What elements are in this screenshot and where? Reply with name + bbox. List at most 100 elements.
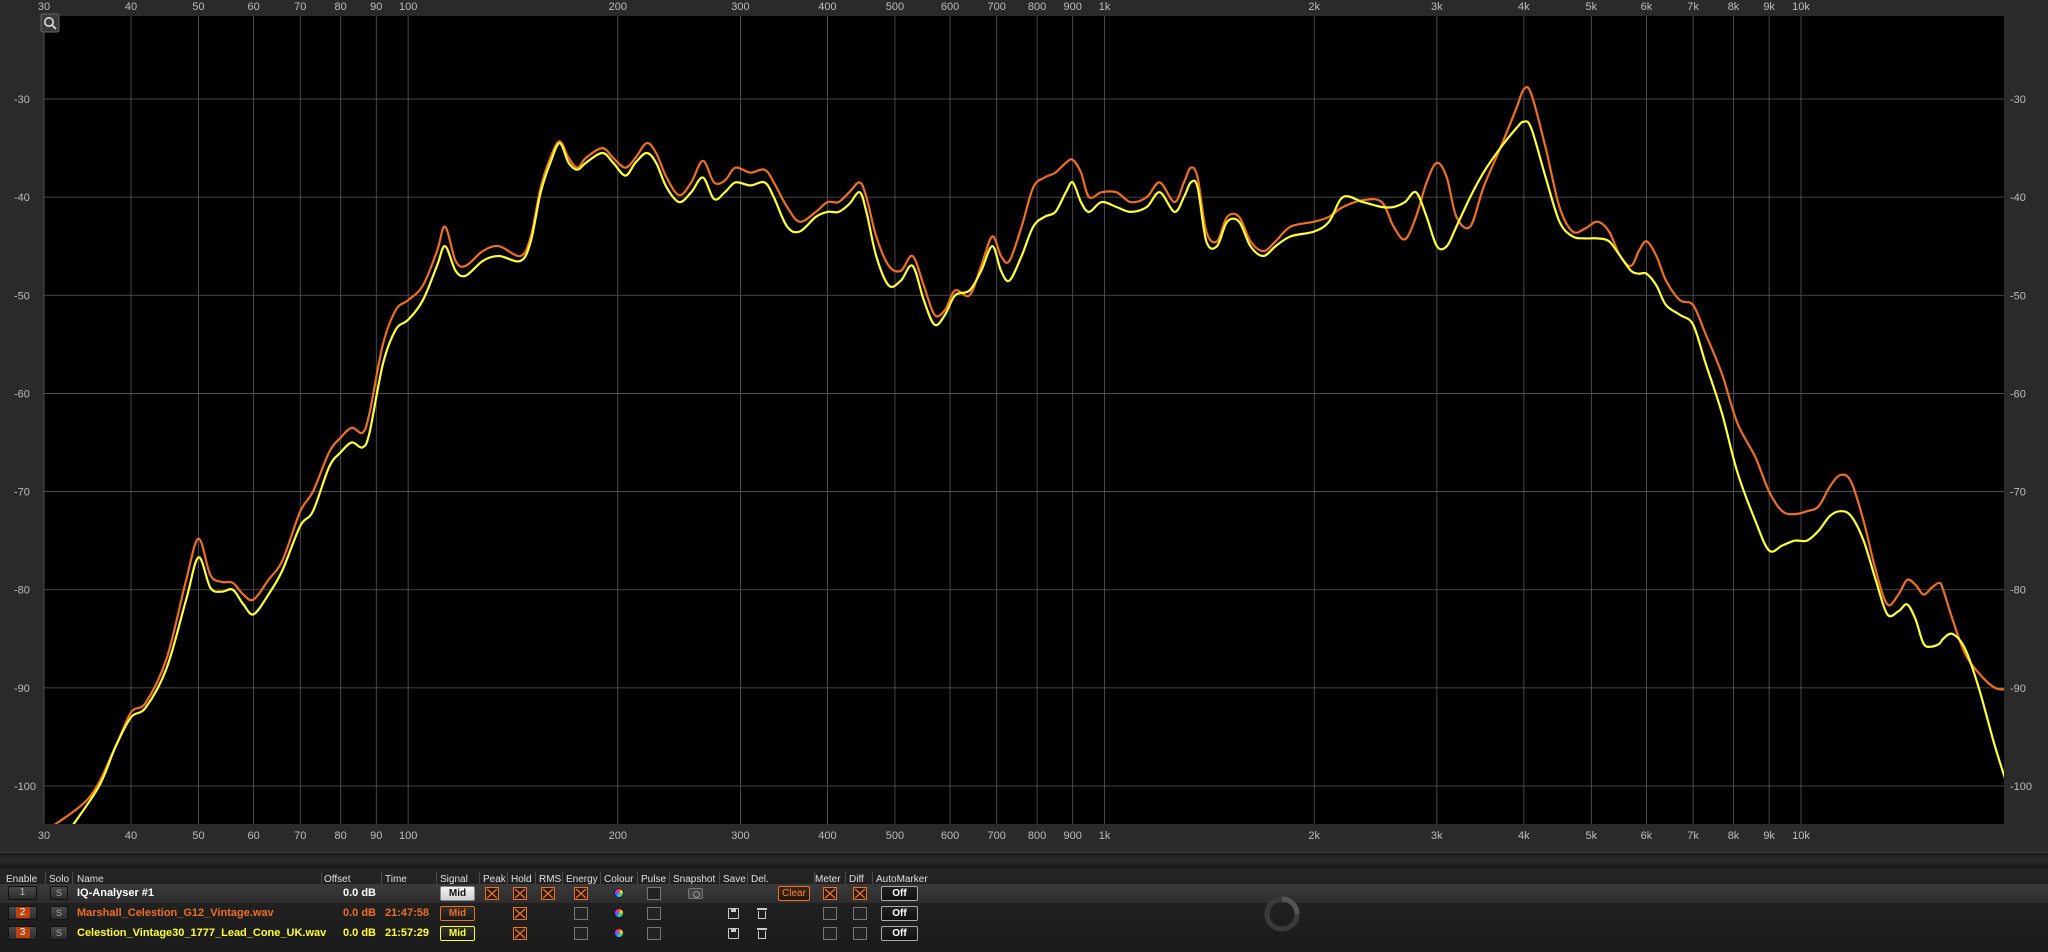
diff-checkbox-2[interactable] xyxy=(853,907,867,920)
colour-picker-icon[interactable] xyxy=(614,928,624,938)
freq-label-top: 1k xyxy=(1099,1,1111,13)
freq-label-bottom: 600 xyxy=(941,830,959,842)
freq-label-top: 60 xyxy=(248,1,260,13)
freq-label-bottom: 700 xyxy=(988,830,1006,842)
freq-label-top: 400 xyxy=(818,1,836,13)
freq-label-bottom: 5k xyxy=(1586,830,1598,842)
freq-label-bottom: 10k xyxy=(1792,830,1810,842)
db-label-left: -60 xyxy=(14,388,30,400)
freq-label-bottom: 500 xyxy=(886,830,904,842)
energy-checkbox-3[interactable] xyxy=(574,927,588,940)
freq-label-bottom: 30 xyxy=(38,830,50,842)
signal-select-2[interactable]: Mid xyxy=(440,906,475,921)
db-label-right: -40 xyxy=(2010,192,2026,204)
track-name-2[interactable]: Marshall_Celestion_G12_Vintage.wav xyxy=(77,907,274,919)
automarker-button-1[interactable]: Off xyxy=(881,886,918,901)
freq-label-top: 3k xyxy=(1431,1,1443,13)
freq-label-bottom: 50 xyxy=(192,830,204,842)
solo-button-2[interactable]: S xyxy=(50,906,68,920)
track-row-2[interactable]: 2 S Marshall_Celestion_G12_Vintage.wav 0… xyxy=(0,904,2048,923)
freq-label-top: 700 xyxy=(988,1,1006,13)
track-offset-1[interactable]: 0.0 dB xyxy=(330,887,376,899)
freq-label-bottom: 300 xyxy=(731,830,749,842)
signal-select-3[interactable]: Mid xyxy=(440,926,475,941)
enable-button-2[interactable]: 2 xyxy=(8,906,37,920)
clear-button[interactable]: Clear xyxy=(778,886,810,901)
db-label-right: -80 xyxy=(2010,585,2026,597)
db-label-left: -30 xyxy=(14,94,30,106)
freq-label-bottom: 2k xyxy=(1308,830,1320,842)
track-offset-3[interactable]: 0.0 dB xyxy=(330,927,376,939)
freq-label-top: 8k xyxy=(1728,1,1740,13)
solo-button-1[interactable]: S xyxy=(50,886,68,900)
freq-label-top: 800 xyxy=(1028,1,1046,13)
pulse-checkbox-2[interactable] xyxy=(647,907,661,920)
freq-label-top: 5k xyxy=(1586,1,1598,13)
db-label-left: -90 xyxy=(14,683,30,695)
enable-number-2: 2 xyxy=(15,907,30,918)
db-label-right: -90 xyxy=(2010,683,2026,695)
freq-label-top: 600 xyxy=(941,1,959,13)
track-panel: Enable Solo Name Offset Time Signal Peak… xyxy=(0,868,2048,952)
freq-label-bottom: 8k xyxy=(1728,830,1740,842)
freq-label-top: 10k xyxy=(1792,1,1810,13)
freq-label-bottom: 60 xyxy=(248,830,260,842)
enable-button-1[interactable]: 1 xyxy=(8,886,37,900)
freq-label-top: 2k xyxy=(1308,1,1320,13)
save-disk-icon[interactable] xyxy=(728,908,739,919)
track-name-1[interactable]: IQ-Analyser #1 xyxy=(77,887,154,899)
freq-label-bottom: 400 xyxy=(818,830,836,842)
pulse-checkbox-1[interactable] xyxy=(647,887,661,900)
spectrum-chart[interactable]: 30 30 40 40 50 50 60 60 70 70 80 80 90 90 100 100 200 200… xyxy=(0,0,2048,852)
signal-select-1[interactable]: Mid xyxy=(440,886,475,901)
freq-label-top: 6k xyxy=(1641,1,1653,13)
energy-checkbox-1[interactable] xyxy=(574,887,588,900)
solo-button-3[interactable]: S xyxy=(50,926,68,940)
trash-icon[interactable] xyxy=(757,907,767,919)
meter-checkbox-1[interactable] xyxy=(823,887,837,900)
peak-checkbox-1[interactable] xyxy=(485,887,499,900)
freq-label-top: 9k xyxy=(1763,1,1775,13)
enable-button-3[interactable]: 3 xyxy=(8,926,37,940)
spectrum-analyzer[interactable]: 30 30 40 40 50 50 60 60 70 70 80 80 90 90 100 100 200 200… xyxy=(0,0,2048,852)
freq-label-top: 4k xyxy=(1518,1,1530,13)
freq-label-bottom: 9k xyxy=(1763,830,1775,842)
pulse-checkbox-3[interactable] xyxy=(647,927,661,940)
db-label-right: -100 xyxy=(2010,781,2032,793)
diff-checkbox-3[interactable] xyxy=(853,927,867,940)
trash-icon[interactable] xyxy=(757,927,767,939)
colour-picker-icon[interactable] xyxy=(614,908,624,918)
energy-checkbox-2[interactable] xyxy=(574,907,588,920)
save-disk-icon[interactable] xyxy=(728,928,739,939)
hold-checkbox-2[interactable] xyxy=(513,907,527,920)
freq-label-top: 200 xyxy=(609,1,627,13)
db-label-left: -70 xyxy=(14,487,30,499)
track-offset-2[interactable]: 0.0 dB xyxy=(330,907,376,919)
magnifier-icon[interactable] xyxy=(40,13,60,33)
snapshot-camera-icon[interactable] xyxy=(688,888,703,899)
track-row-3[interactable]: 3 S Celestion_Vintage30_1777_Lead_Cone_U… xyxy=(0,924,2048,943)
hold-checkbox-1[interactable] xyxy=(513,887,527,900)
rms-checkbox-1[interactable] xyxy=(541,887,555,900)
db-label-right: -70 xyxy=(2010,487,2026,499)
panel-divider[interactable] xyxy=(0,852,2048,868)
db-label-left: -100 xyxy=(14,781,36,793)
freq-label-top: 30 xyxy=(38,1,50,13)
colour-picker-icon[interactable] xyxy=(614,888,624,898)
db-label-left: -40 xyxy=(14,192,30,204)
freq-label-top: 300 xyxy=(731,1,749,13)
diff-checkbox-1[interactable] xyxy=(853,887,867,900)
freq-label-top: 80 xyxy=(335,1,347,13)
freq-label-bottom: 6k xyxy=(1641,830,1653,842)
automarker-button-3[interactable]: Off xyxy=(881,926,918,941)
freq-label-bottom: 7k xyxy=(1687,830,1699,842)
freq-label-top: 100 xyxy=(399,1,417,13)
freq-label-bottom: 80 xyxy=(335,830,347,842)
meter-checkbox-3[interactable] xyxy=(823,927,837,940)
track-name-3[interactable]: Celestion_Vintage30_1777_Lead_Cone_UK.wa… xyxy=(77,927,326,939)
db-label-right: -60 xyxy=(2010,388,2026,400)
hold-checkbox-3[interactable] xyxy=(513,927,527,940)
meter-checkbox-2[interactable] xyxy=(823,907,837,920)
automarker-button-2[interactable]: Off xyxy=(881,906,918,921)
track-row-1[interactable]: 1 S IQ-Analyser #1 0.0 dB Mid Clear Off xyxy=(0,884,2048,903)
